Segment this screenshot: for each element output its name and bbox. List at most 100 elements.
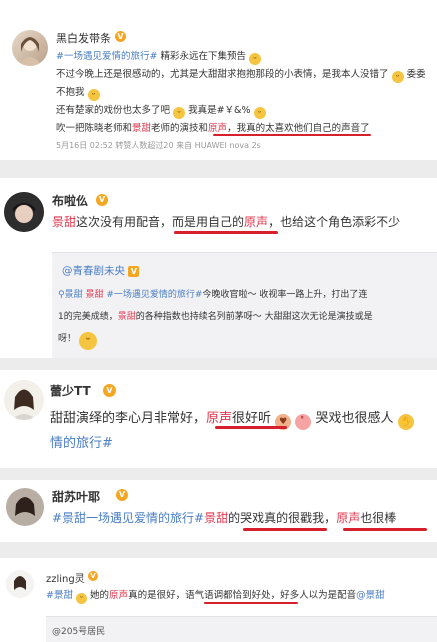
highlight-underline (213, 134, 371, 136)
quoted-author: @青春剧未央 V (62, 263, 140, 278)
quoted-post: @青春剧未央 V ⚲景甜 景甜 #一场遇见爱情的旅行#今晚收官啦～ 收视率一路上… (52, 252, 437, 358)
grin-emoji-icon: ᵕ (391, 71, 404, 83)
username[interactable]: 布啦仫 (52, 192, 88, 209)
highlight-underline (215, 426, 287, 429)
post-line-1: 景甜这次没有用配音，而是用自己的原声，也给这个角色添彩不少 (52, 213, 400, 230)
avatar-image (4, 192, 44, 232)
post-text: 她的 (90, 590, 110, 601)
keyword-highlight: 景甜 (117, 312, 136, 322)
post-line-5: 吹一把陈晓老师和景甜老师的演技和原声，我真的太喜欢他们自己的声音了 (56, 120, 370, 134)
quoted-line-3: 呀！ ᵕ (58, 331, 97, 350)
post-text: 今晚收官啦～ 收视率一路上升，打出了连 (202, 290, 368, 300)
mention-link[interactable]: @景甜 (356, 590, 385, 601)
post-text: 吹一把陈晓老师和 (56, 123, 133, 134)
topic-link[interactable]: #景甜 (46, 590, 73, 601)
username[interactable]: 甜苏叶耶 (52, 488, 100, 505)
post-text: 也很棒 (360, 511, 397, 525)
cry-emoji-icon: ﾟ (295, 414, 312, 430)
vip-badge-icon: V (115, 31, 126, 42)
keyword-highlight: 景甜 (52, 215, 77, 229)
avatar[interactable] (12, 30, 48, 66)
highlight-underline (204, 602, 298, 604)
keyword-highlight: 景甜 (85, 290, 104, 300)
avatar[interactable] (6, 570, 34, 598)
post-text: 不抱我 (56, 87, 85, 98)
laugh-emoji-icon: ᵕ (173, 107, 186, 119)
vip-badge-icon: V (128, 266, 140, 277)
post-text: 哭戏也很感人 (315, 411, 394, 426)
topic-link[interactable]: #一场遇见爱情的旅行# (56, 51, 157, 62)
avatar-image (18, 37, 42, 66)
keyword-highlight: 原声 (336, 511, 361, 525)
avatar[interactable] (6, 488, 44, 526)
quoted-line-1: ⚲景甜 景甜 #一场遇见爱情的旅行#今晚收官啦～ 收视率一路上升，打出了连 (58, 287, 367, 300)
keyword-highlight: 原声 (244, 215, 269, 229)
post-line-3: 不抱我 ᵕ (56, 84, 100, 101)
post-line-1: #一场遇见爱情的旅行# 精彩永远在下集预告 ᵕ (56, 48, 261, 65)
vip-badge-icon: V (116, 489, 128, 501)
vip-badge-icon: V (96, 194, 108, 206)
highlight-underline (174, 231, 278, 234)
keyword-highlight: 景甜 (204, 511, 229, 525)
comment-card-5: zzling灵 V #景甜 ᵕ 她的原声真的是很好，语气语调都恰到好处，好多人以… (0, 558, 437, 642)
post-text: 真的是很好， (128, 590, 186, 601)
quoted-author-link[interactable]: @青春剧未央 (62, 265, 125, 277)
highlight-underline (343, 528, 427, 531)
post-text: 的 (228, 511, 241, 525)
post-text: 委委 (406, 69, 426, 80)
avatar-image (4, 380, 44, 420)
avatar[interactable] (4, 380, 44, 420)
smile-emoji-icon: ᵕ (76, 593, 87, 604)
shy-emoji-icon: ᵕ (78, 332, 97, 350)
post-text: ，也给这个角色添彩不少 (268, 215, 401, 229)
post-text: 老师的演技和 (151, 123, 209, 134)
username[interactable]: zzling灵 (46, 570, 85, 585)
highlight-underline (243, 528, 327, 531)
post-meta: 5月16日 02:52 转赞人数超过20 来自 HUAWEI nova 2s (56, 141, 261, 150)
post-text: 甜甜演绎的李心月非常好， (50, 411, 207, 426)
post-text: 精彩永远在下集预告 (157, 51, 246, 62)
post-line-2: 不过今晚上还是很感动的，尤其是大甜甜求抱抱那段的小表情，是我本人没错了 ᵕ 委委 (56, 66, 426, 83)
post-line-4: 还有楚家的戏份也太多了吧 ᵕ 我真是#￥&% ᵕ (56, 102, 266, 119)
clap-emoji-icon: ✋ (397, 414, 414, 430)
keyword-highlight: 原声 (109, 590, 129, 601)
comment-card-1: 黑白发带条 V #一场遇见爱情的旅行# 精彩永远在下集预告 ᵕ 不过今晚上还是很… (0, 0, 437, 160)
avatar[interactable] (4, 192, 44, 232)
post-text: 语气语调都恰到好处 (185, 590, 271, 601)
quoted-post: @205号居民 (46, 616, 437, 642)
quoted-line-2: 1的完美成绩，景甜的各种指数也持续名列前茅呀～ 大甜甜这次无论是演技或是 (58, 309, 373, 322)
link-text: 景甜 (64, 290, 83, 300)
post-text: ，好多人以为是配音 (270, 590, 357, 601)
username[interactable]: 黑白发带条 (56, 30, 111, 46)
comment-card-4: 甜苏叶耶 V #景甜一场遇见爱情的旅行#景甜的哭戏真的很戳我，原声也很棒 (0, 480, 437, 542)
topic-link[interactable]: ⚲景甜 (58, 290, 83, 300)
post-text: 哭戏真的很戳我 (240, 511, 325, 525)
topic-link[interactable]: #一场遇见爱情的旅行# (106, 290, 202, 300)
keyword-highlight: 原声 (206, 411, 233, 426)
post-text: 1的完美成绩， (58, 312, 118, 322)
post-text: 很好听 (232, 411, 272, 426)
avatar-image (6, 488, 44, 526)
topic-link[interactable]: 情的旅行# (50, 432, 113, 451)
avatar-image (6, 570, 34, 598)
post-text: 的各种指数也持续名列前茅呀～ 大甜甜这次无论是演技或是 (135, 312, 373, 322)
post-text: 呀！ (58, 334, 77, 344)
keyword-highlight: 原声 (208, 123, 228, 134)
vip-badge-icon: V (103, 384, 116, 397)
post-text: ， (324, 511, 337, 525)
post-text: 还有楚家的戏份也太多了吧 (56, 105, 171, 116)
comment-card-3: 蕾少TT V 甜甜演绎的李心月非常好，原声很好听 ♥ ﾟ 哭戏也很感人 ✋ 情的… (0, 370, 437, 468)
grin-emoji-icon: ᵕ (253, 107, 266, 119)
vip-badge-icon: V (88, 571, 98, 581)
post-line-1: #景甜一场遇见爱情的旅行#景甜的哭戏真的很戳我，原声也很棒 (52, 509, 396, 526)
post-text: 不过今晚上还是很感动的，尤其是大甜甜求抱抱那段的小表情，是我本人没错了 (56, 69, 389, 80)
keyword-highlight: 景甜 (132, 123, 152, 134)
sad-emoji-icon: ᵕ (87, 89, 100, 101)
topic-link[interactable]: #景甜一场遇见爱情的旅行# (52, 511, 204, 525)
post-text: 而是用自己的 (172, 215, 245, 229)
post-text: ，我真的太喜欢他们自己的声音了 (227, 123, 370, 134)
smile-emoji-icon: ᵕ (248, 53, 261, 65)
post-text: 我真是#￥&% (188, 105, 251, 116)
quoted-author[interactable]: @205号居民 (52, 624, 105, 637)
username[interactable]: 蕾少TT (50, 382, 91, 399)
